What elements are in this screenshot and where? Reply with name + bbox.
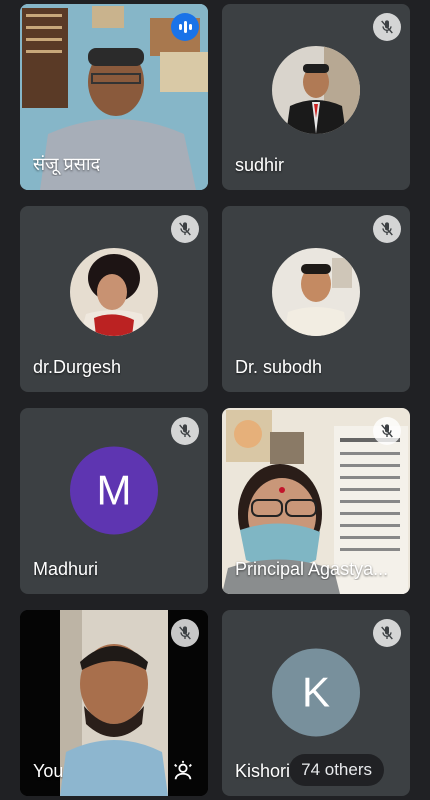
avatar: K bbox=[272, 648, 360, 737]
mic-off-icon bbox=[373, 13, 401, 41]
avatar bbox=[70, 247, 158, 336]
participant-name: dr.Durgesh bbox=[33, 357, 122, 377]
participant-tile-sudhir[interactable]: sudhir bbox=[222, 4, 410, 190]
participant-tile-sanju[interactable]: संजू प्रसाद bbox=[20, 4, 208, 190]
participant-tile-principal[interactable]: Principal Agastya... bbox=[222, 408, 410, 594]
participant-name: Kishori bbox=[235, 761, 291, 781]
avatar: M bbox=[70, 446, 158, 535]
mic-off-icon bbox=[171, 619, 199, 647]
effects-icon[interactable] bbox=[168, 756, 198, 786]
participant-name: Dr. subodh bbox=[235, 357, 323, 377]
mic-off-icon bbox=[171, 417, 199, 445]
participant-tile-self[interactable]: You bbox=[20, 610, 208, 796]
participant-tile-durgesh[interactable]: dr.Durgesh bbox=[20, 206, 208, 392]
participant-tile-subodh[interactable]: Dr. subodh bbox=[222, 206, 410, 392]
mic-off-icon bbox=[373, 417, 401, 445]
participant-name: You bbox=[33, 761, 64, 781]
participant-name: Principal Agastya... bbox=[235, 559, 389, 579]
avatar bbox=[272, 247, 360, 336]
mic-off-icon bbox=[373, 215, 401, 243]
participant-tile-kishori[interactable]: K Kishori 74 others bbox=[222, 610, 410, 796]
others-count-button[interactable]: 74 others bbox=[289, 754, 384, 786]
participant-tile-madhuri[interactable]: M Madhuri bbox=[20, 408, 208, 594]
mic-off-icon bbox=[171, 215, 199, 243]
avatar bbox=[272, 45, 360, 134]
participant-name: Madhuri bbox=[33, 559, 99, 579]
participant-name: संजू प्रसाद bbox=[33, 154, 101, 174]
participant-name: sudhir bbox=[235, 155, 285, 175]
participant-grid: संजू प्रसाद sudhir dr.Durgesh Dr. subodh… bbox=[0, 0, 430, 800]
mic-off-icon bbox=[373, 619, 401, 647]
speaking-indicator-icon bbox=[171, 13, 199, 41]
